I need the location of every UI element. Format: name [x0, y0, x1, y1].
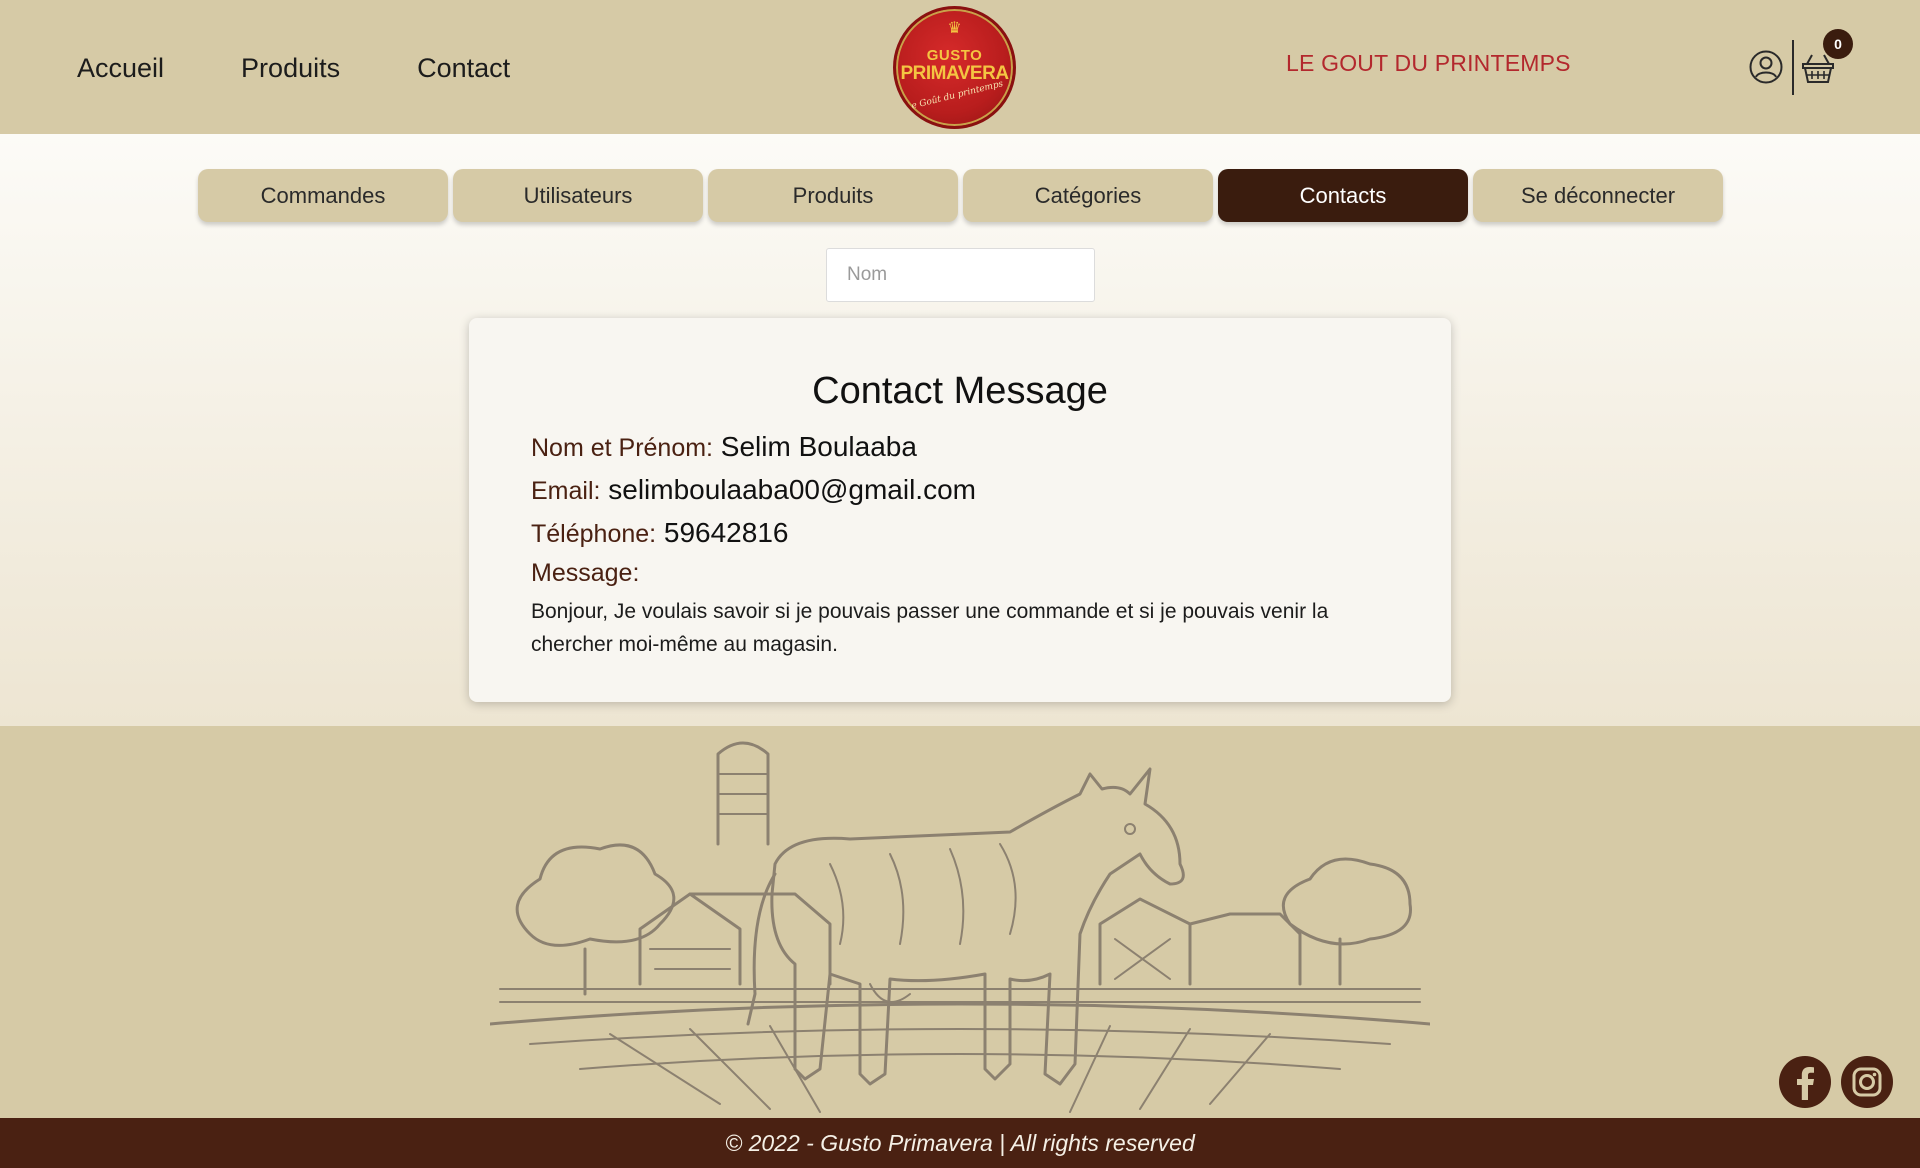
nav-link-produits[interactable]: Produits: [241, 48, 340, 88]
phone-value: 59642816: [663, 517, 789, 548]
email-field: Email: selimboulaaba00@gmail.com: [531, 469, 1389, 512]
email-value: selimboulaaba00@gmail.com: [608, 474, 976, 505]
instagram-icon[interactable]: [1841, 1056, 1893, 1108]
user-icon[interactable]: [1749, 50, 1783, 84]
site-footer: [0, 726, 1920, 1118]
name-label: Nom et Prénom:: [531, 434, 714, 462]
logo-text-top: GUSTO: [926, 47, 983, 64]
email-label: Email:: [531, 477, 601, 505]
tab-categories[interactable]: Catégories: [963, 169, 1213, 222]
admin-tabs: Commandes Utilisateurs Produits Catégori…: [198, 169, 1728, 222]
contact-message-card: Contact Message Nom et Prénom: Selim Bou…: [469, 318, 1451, 702]
message-text: Bonjour, Je voulais savoir si je pouvais…: [531, 600, 1329, 656]
tab-commandes[interactable]: Commandes: [198, 169, 448, 222]
phone-label: Téléphone:: [531, 520, 657, 548]
crown-icon: ♛: [947, 20, 962, 37]
tab-contacts[interactable]: Contacts: [1218, 169, 1468, 222]
site-header: Accueil Produits Contact ♛ GUSTO PRIMAVE…: [0, 0, 1920, 134]
card-title: Contact Message: [812, 370, 1108, 412]
tab-se-deconnecter[interactable]: Se déconnecter: [1473, 169, 1723, 222]
message-label: Message:: [531, 559, 640, 587]
main-nav: Accueil Produits Contact: [77, 48, 587, 88]
admin-content: Commandes Utilisateurs Produits Catégori…: [0, 134, 1920, 726]
brand-logo[interactable]: ♛ GUSTO PRIMAVERA Le Goût du printemps: [893, 6, 1016, 129]
header-divider: [1792, 40, 1794, 95]
tab-utilisateurs[interactable]: Utilisateurs: [453, 169, 703, 222]
cart-count-badge: 0: [1823, 29, 1853, 59]
tab-produits[interactable]: Produits: [708, 169, 958, 222]
name-value: Selim Boulaaba: [720, 431, 917, 462]
name-search-input[interactable]: [826, 248, 1095, 302]
nav-link-contact[interactable]: Contact: [417, 48, 510, 88]
instagram-glyph: [1852, 1067, 1882, 1097]
copyright-bar: © 2022 - Gusto Primavera | All rights re…: [0, 1118, 1920, 1168]
name-field: Nom et Prénom: Selim Boulaaba: [531, 426, 1389, 469]
tagline: LE GOUT DU PRINTEMPS: [1286, 50, 1571, 76]
farm-illustration: [490, 741, 1430, 1113]
phone-field: Téléphone: 59642816: [531, 512, 1389, 555]
facebook-glyph: [1797, 1067, 1814, 1100]
facebook-icon[interactable]: [1779, 1056, 1831, 1108]
nav-link-accueil[interactable]: Accueil: [77, 48, 164, 88]
